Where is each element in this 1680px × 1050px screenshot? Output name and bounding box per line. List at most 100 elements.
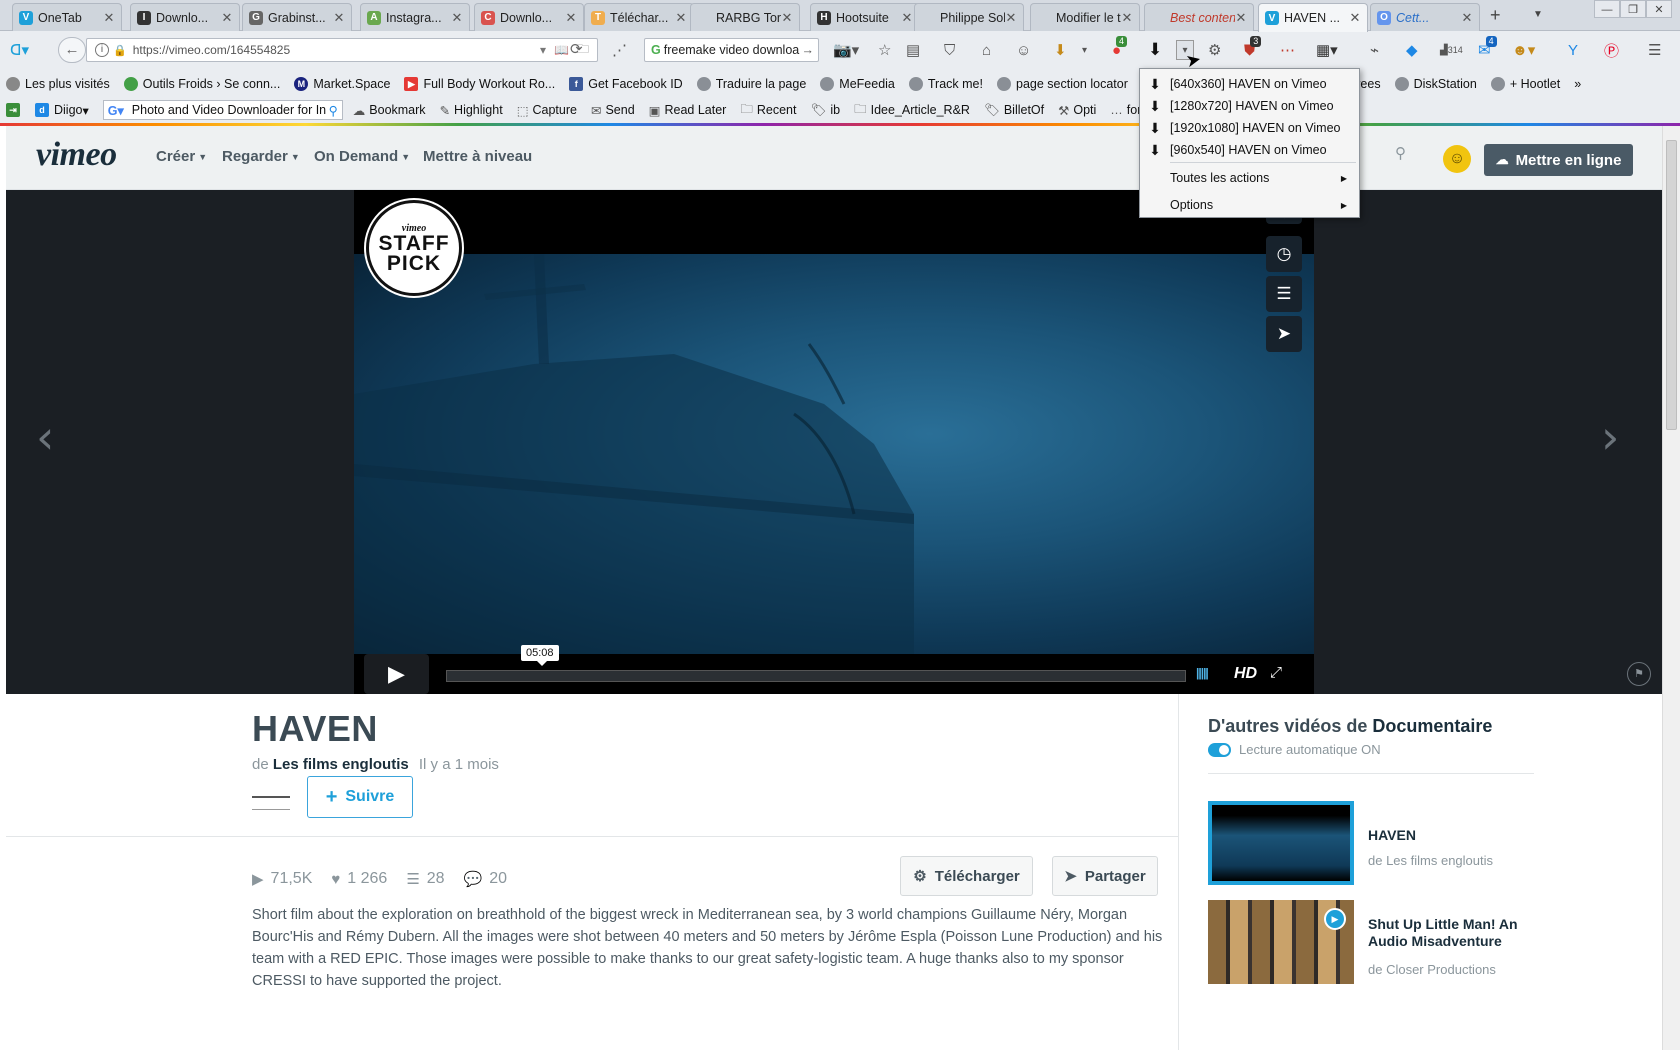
channel-logo[interactable]	[252, 796, 290, 810]
tab-6[interactable]: RARBG Torr...✕	[690, 3, 800, 31]
bookmark-item[interactable]: Outils Froids › Se conn...	[123, 77, 280, 91]
collections-stat[interactable]: ☰ 28	[406, 870, 444, 888]
related-thumbnail[interactable]	[1208, 801, 1354, 885]
search-icon[interactable]: ⚲	[329, 103, 338, 118]
bookmark-item[interactable]: M Market.Space	[294, 77, 390, 91]
diigo-menu-icon[interactable]: ᗡ▾	[10, 40, 29, 60]
author-link[interactable]: Les films engloutis	[273, 756, 409, 773]
tab-close-icon[interactable]: ✕	[675, 10, 687, 26]
tab-2[interactable]: G Grabinst... ✕	[242, 3, 352, 31]
bookmark-star-icon[interactable]: ☆	[878, 40, 891, 60]
stats-icon[interactable]: ▟ 314	[1440, 40, 1463, 60]
link-icon[interactable]: ⌁	[1370, 40, 1379, 60]
download-960-item[interactable]: ⬇ [960x540] HAVEN on Vimeo	[1140, 139, 1359, 161]
bookmark-item[interactable]: + Hootlet	[1490, 77, 1560, 91]
tab-close-icon[interactable]: ✕	[1461, 10, 1473, 26]
next-video-arrow-icon[interactable]: ›	[1601, 410, 1619, 464]
tab-close-icon[interactable]: ✕	[901, 10, 913, 26]
home-icon[interactable]: ⌂	[982, 40, 991, 60]
likes-stat[interactable]: ♥ 1 266	[331, 870, 387, 888]
tab-close-icon[interactable]: ✕	[103, 10, 115, 26]
related-item-title[interactable]: HAVEN	[1368, 827, 1548, 844]
scrollbar-thumb[interactable]	[1666, 140, 1677, 430]
pinterest-icon[interactable]: Ⓟ	[1604, 40, 1619, 60]
related-thumbnail[interactable]: ▶	[1208, 900, 1354, 984]
download-button[interactable]: ⚙ Télécharger	[900, 856, 1033, 896]
nav-on-demand[interactable]: On Demand ▼	[314, 148, 410, 165]
addon-item[interactable]: ⚒ Opti	[1058, 100, 1096, 121]
download-1920-item[interactable]: ⬇ [1920x1080] HAVEN on Vimeo	[1140, 117, 1359, 139]
comments-stat[interactable]: 💬 20	[464, 870, 507, 888]
video-frame[interactable]	[354, 254, 1314, 654]
addon-item[interactable]: 🏷 BilletOf	[984, 100, 1044, 121]
page-scrollbar[interactable]	[1662, 126, 1680, 1050]
minimize-button[interactable]: —	[1594, 0, 1620, 18]
diigo-button[interactable]: d Diigo ▾	[35, 103, 89, 118]
back-button[interactable]: ←	[58, 37, 86, 63]
y-addon-icon[interactable]: Y	[1568, 40, 1578, 60]
addon-item[interactable]: 🗀 Recent	[740, 100, 796, 121]
tab-5[interactable]: T Téléchar... ✕	[584, 3, 694, 31]
progress-bar[interactable]: 05:08	[446, 645, 1186, 682]
google-toolbar-search[interactable]: G▾ Photo and Video Downloader for In ⚲	[102, 100, 343, 120]
tab-close-icon[interactable]: ✕	[221, 10, 233, 26]
url-text[interactable]: https://vimeo.com/164554825	[133, 43, 540, 57]
download-1280-item[interactable]: ⬇ [1280x720] HAVEN on Vimeo	[1140, 95, 1359, 117]
play-icon[interactable]: ▶	[364, 654, 429, 694]
addon-item[interactable]: ⬚ Capture	[517, 100, 577, 121]
related-item[interactable]: ▶ Shut Up Little Man! An Audio Misadvent…	[1208, 900, 1628, 984]
tab-9[interactable]: Modifier le t...✕	[1030, 3, 1140, 31]
previous-video-arrow-icon[interactable]: ‹	[36, 410, 54, 464]
flag-icon[interactable]: ⚑	[1627, 662, 1651, 686]
bookmark-item[interactable]: MeFeedia	[820, 77, 895, 91]
bookmark-item[interactable]: ▶ Full Body Workout Ro...	[404, 77, 555, 91]
bookmark-item[interactable]: DiskStation	[1394, 77, 1477, 91]
addon-item[interactable]: ☁ Bookmark	[353, 100, 426, 121]
bookmark-item[interactable]: Traduire la page	[696, 77, 806, 91]
sidebar-toggle-icon[interactable]: ⇥	[6, 103, 25, 117]
addon-item[interactable]: ✉ Send	[591, 100, 635, 121]
grid-addon-icon[interactable]: ▦▾	[1316, 40, 1338, 60]
tab-close-icon[interactable]: ✕	[451, 10, 463, 26]
video-download-icon[interactable]: ⬇	[1148, 40, 1162, 60]
diamond-icon[interactable]: ◆	[1406, 40, 1418, 60]
addon-item[interactable]: ▣ Read Later	[649, 100, 727, 121]
upload-button[interactable]: ☁ Mettre en ligne	[1484, 144, 1633, 176]
url-dropdown-icon[interactable]: ▾	[540, 43, 546, 57]
tab-list-chevron-icon[interactable]: ▼	[1533, 9, 1543, 20]
google-search-value[interactable]: Photo and Video Downloader for In	[132, 103, 326, 117]
volume-bars-icon[interactable]: |||||	[1196, 666, 1209, 680]
tab-close-icon[interactable]: ✕	[781, 10, 793, 26]
monkey-icon[interactable]: ☻▾	[1512, 40, 1535, 60]
video-player[interactable]: vimeo STAFF PICK ♥ ◷ ☰ ➤ ▶ 05:08 ||||| H…	[354, 190, 1314, 694]
reload-icon[interactable]: ⟳	[570, 40, 583, 58]
nav-mettre-a-niveau[interactable]: Mettre à niveau	[423, 148, 532, 165]
fullscreen-icon[interactable]: ⤢	[1270, 664, 1282, 681]
adblock-icon[interactable]: ⛊ 3	[1244, 36, 1262, 60]
addon-item[interactable]: … for	[1110, 100, 1141, 121]
tab-11[interactable]: V HAVEN ... ✕	[1258, 3, 1368, 32]
search-go-icon[interactable]: →	[802, 43, 815, 57]
search-bar-value[interactable]: freemake video downloa	[664, 43, 800, 57]
tab-close-icon[interactable]: ✕	[1349, 10, 1361, 26]
tab-8[interactable]: Philippe Soll...✕	[914, 3, 1024, 31]
downloads-menu-icon[interactable]: ▾	[1082, 40, 1087, 60]
addon-item[interactable]: 🗀 Idee_Article_R&R	[854, 100, 970, 121]
maximize-button[interactable]: ❐	[1620, 0, 1646, 18]
search-icon[interactable]: ⚲	[1395, 144, 1425, 170]
tab-10[interactable]: Best content ...✕	[1144, 3, 1254, 31]
all-actions-item[interactable]: Toutes les actions ▶	[1140, 167, 1359, 189]
search-bar[interactable]: G freemake video downloa →	[644, 38, 819, 62]
tab-close-icon[interactable]: ✕	[333, 10, 345, 26]
new-tab-button[interactable]: +	[1490, 5, 1501, 26]
recorder-icon[interactable]: ⋯	[1280, 40, 1295, 60]
url-bar[interactable]: i 🔒 https://vimeo.com/164554825 ▾ 📖 🗀	[86, 38, 598, 62]
follow-button[interactable]: + Suivre	[307, 776, 413, 818]
nav-regarder[interactable]: Regarder ▼	[222, 148, 300, 165]
tab-close-icon[interactable]: ✕	[565, 10, 577, 26]
nav-creer[interactable]: Créer ▼	[156, 148, 207, 165]
related-category-link[interactable]: Documentaire	[1372, 716, 1492, 736]
reader-view-icon[interactable]: 📖	[554, 43, 569, 57]
autoplay-setting[interactable]: Lecture automatique ON	[1208, 742, 1381, 757]
tab-12[interactable]: O Cett... ✕	[1370, 3, 1480, 31]
